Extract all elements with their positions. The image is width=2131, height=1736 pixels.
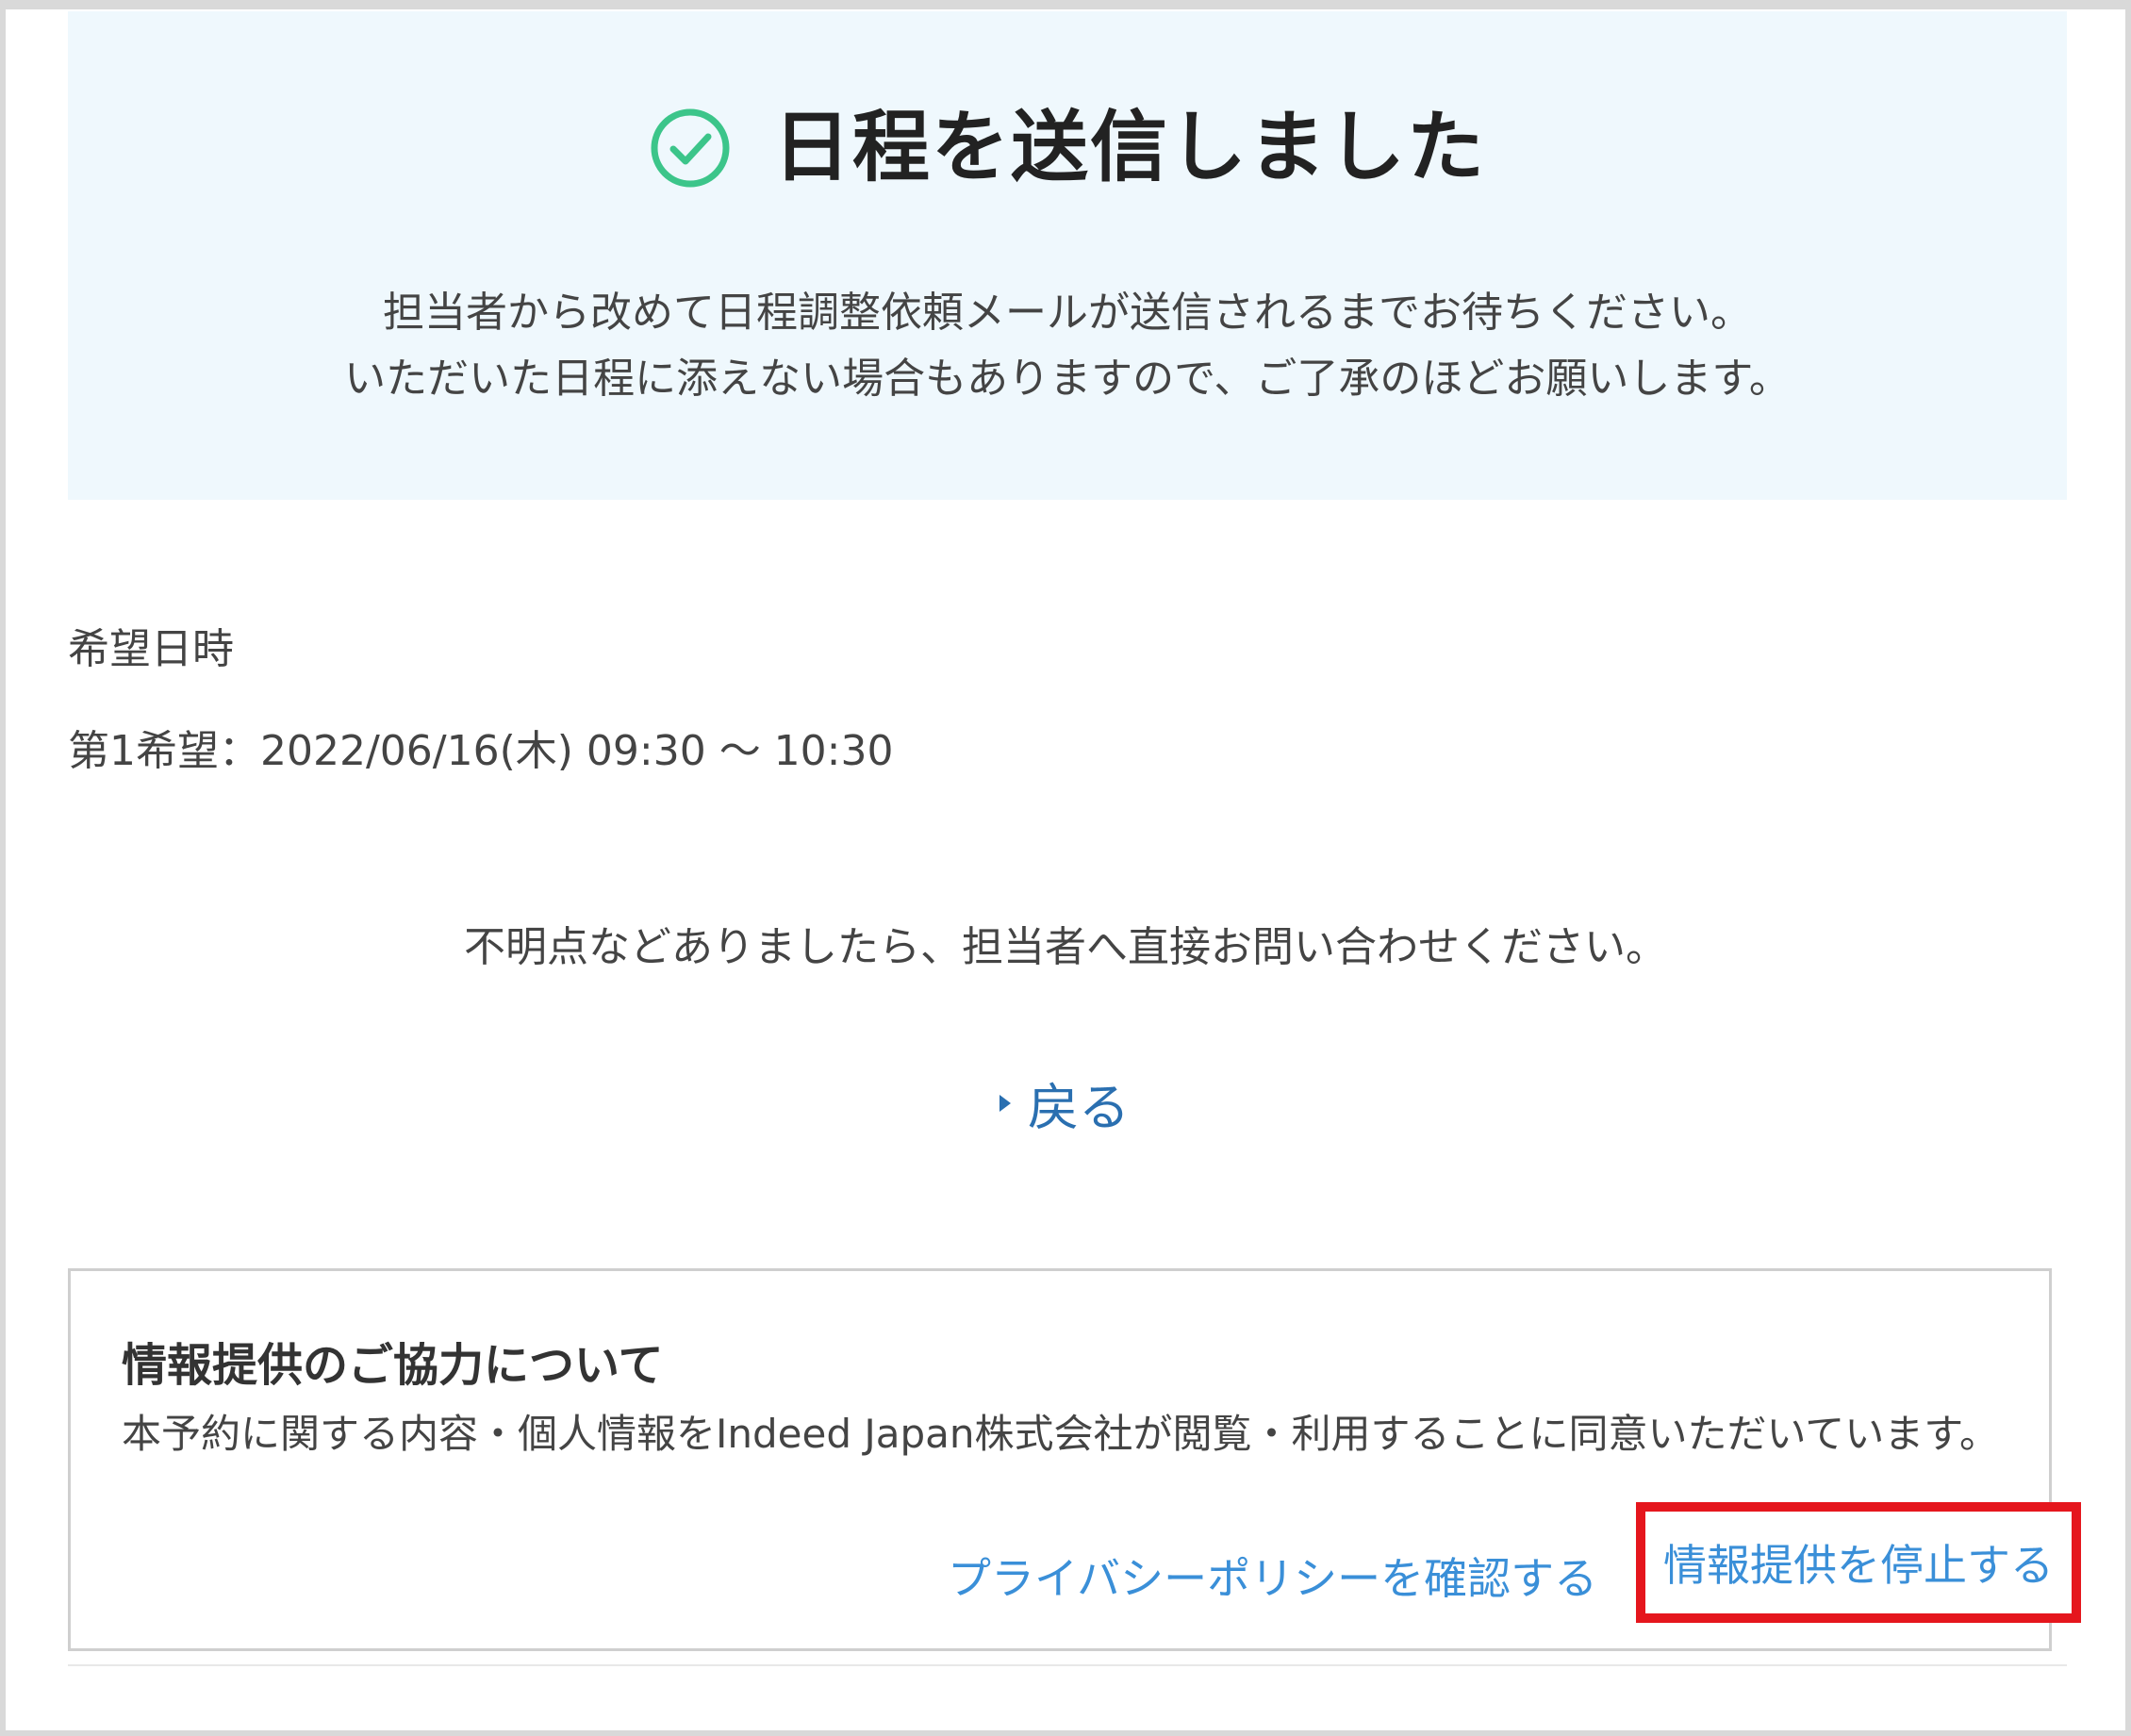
completion-banner: 日程を送信しました 担当者から改めて日程調整依頼メールが送信されるまでお待ちくだ… [68,11,2067,500]
caret-right-icon [999,1094,1011,1112]
back-link-label: 戻る [1028,1078,1130,1137]
stop-info-sharing-label: 情報提供を停止する [1663,1540,2054,1591]
privacy-policy-link[interactable]: プライバシーポリシーを確認する [948,1545,1597,1607]
divider [68,1664,2067,1666]
page-title: 日程を送信しました [772,103,1486,192]
check-circle-icon [651,108,730,188]
consent-body: 本予約に関する内容・個人情報をIndeed Japan株式会社が閲覧・利用するこ… [122,1411,2000,1457]
inquiry-note: 不明点などありましたら、担当者へ直接お問い合わせください。 [464,923,1667,971]
info-sharing-consent-box: 情報提供のご協力について 本予約に関する内容・個人情報をIndeed Japan… [68,1268,2081,1651]
first-choice-datetime: 第1希望：2022/06/16(木) 09:30 ～ 10:30 [68,727,894,775]
completion-message-line-1: 担当者から改めて日程調整依頼メールが送信されるまでお待ちください。 [383,289,1752,337]
completion-heading: 日程を送信しました [68,101,2067,195]
stop-info-sharing-link[interactable]: 情報提供を停止する [1636,1502,2081,1623]
desired-datetime-label: 希望日時 [68,625,234,673]
completion-message: 担当者から改めて日程調整依頼メールが送信されるまでお待ちください。 いただいた日… [68,280,2067,412]
back-link[interactable]: 戻る [999,1066,1130,1140]
completion-message-line-2: いただいた日程に添えない場合もありますので、ご了承のほどお願いします。 [344,355,1791,403]
consent-title: 情報提供のご協力について [122,1339,664,1392]
